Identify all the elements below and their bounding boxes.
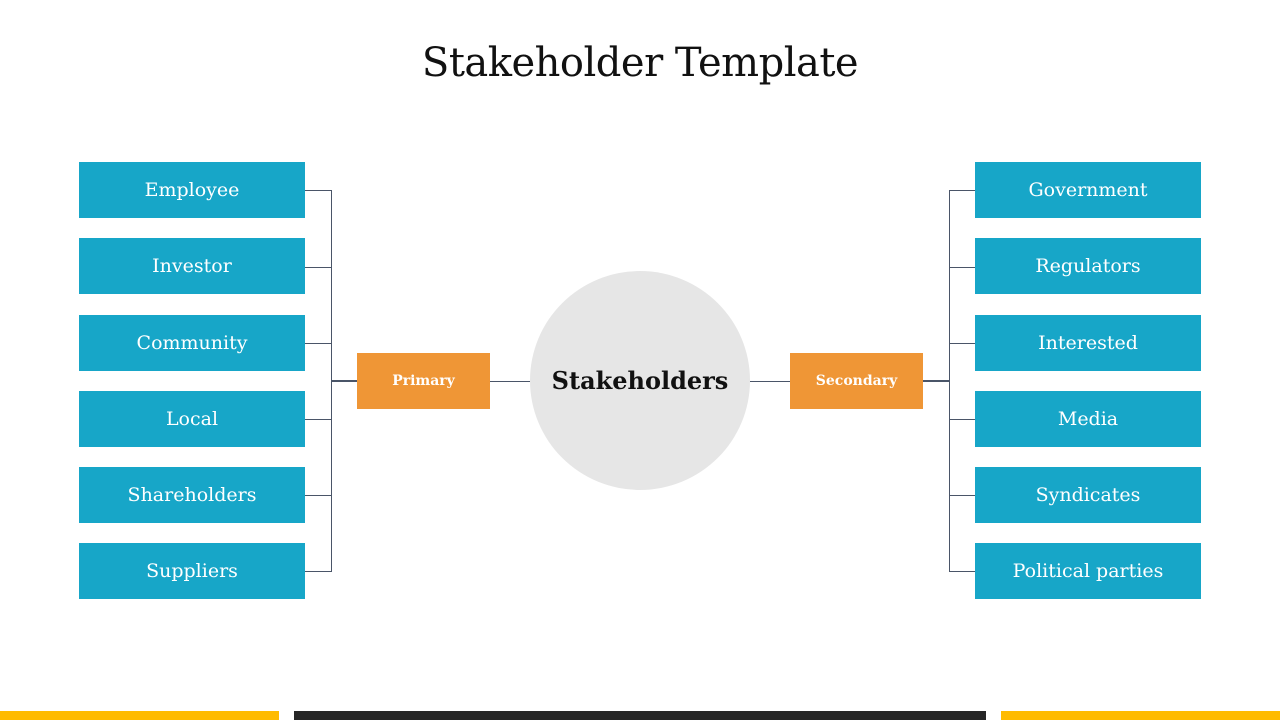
- secondary-item: Syndicates: [975, 467, 1201, 523]
- primary-item: Shareholders: [79, 467, 305, 523]
- footer-dark-bar: [294, 711, 986, 720]
- primary-category: Primary: [357, 353, 490, 409]
- connector-line: [305, 419, 331, 420]
- connector-line: [331, 380, 357, 382]
- footer-accent-bar-right: [1001, 711, 1280, 720]
- connector-line: [923, 380, 950, 382]
- connector-line: [949, 495, 975, 496]
- connector-line: [305, 571, 331, 572]
- footer-accent-bar-left: [0, 711, 279, 720]
- connector-line: [305, 495, 331, 496]
- connector-line: [949, 267, 975, 268]
- connector-line: [305, 343, 331, 344]
- connector-spine: [949, 190, 950, 572]
- primary-item: Investor: [79, 238, 305, 294]
- primary-item: Community: [79, 315, 305, 371]
- primary-item: Employee: [79, 162, 305, 218]
- primary-item: Suppliers: [79, 543, 305, 599]
- connector-line: [490, 381, 530, 382]
- connector-line: [949, 343, 975, 344]
- secondary-item: Interested: [975, 315, 1201, 371]
- connector-line: [305, 267, 331, 268]
- secondary-item: Political parties: [975, 543, 1201, 599]
- connector-line: [949, 571, 975, 572]
- slide-title: Stakeholder Template: [421, 40, 859, 86]
- center-circle: Stakeholders: [530, 271, 750, 490]
- connector-line: [949, 419, 975, 420]
- secondary-item: Regulators: [975, 238, 1201, 294]
- secondary-item: Government: [975, 162, 1201, 218]
- connector-line: [305, 190, 331, 191]
- secondary-item: Media: [975, 391, 1201, 447]
- secondary-category: Secondary: [790, 353, 923, 409]
- primary-item: Local: [79, 391, 305, 447]
- connector-line: [949, 190, 975, 191]
- connector-line: [750, 381, 790, 382]
